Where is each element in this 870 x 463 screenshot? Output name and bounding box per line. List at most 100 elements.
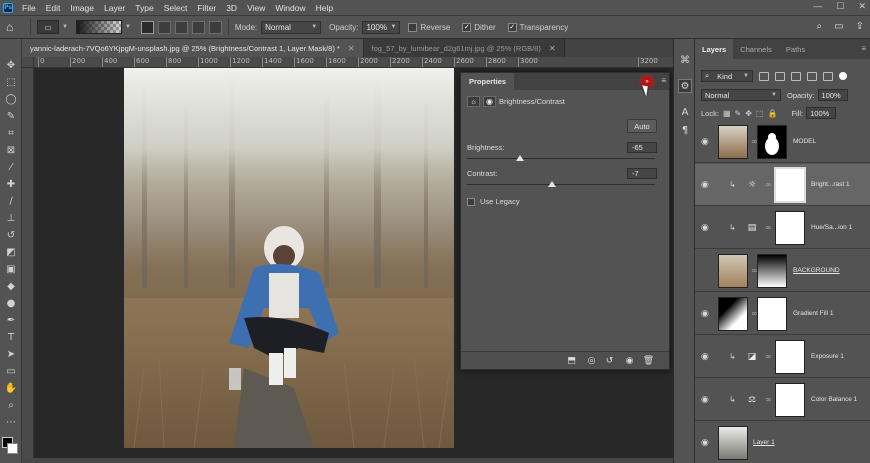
- menu-3d[interactable]: 3D: [226, 3, 237, 13]
- menu-image[interactable]: Image: [70, 3, 94, 13]
- menu-help[interactable]: Help: [316, 3, 333, 13]
- clip-to-layer-icon[interactable]: ⬒: [565, 355, 578, 367]
- search-icon[interactable]: ⌕: [817, 21, 823, 32]
- ruler-origin[interactable]: [22, 57, 34, 68]
- dodge-tool-icon[interactable]: ●: [3, 295, 19, 311]
- share-icon[interactable]: ⇪: [856, 21, 864, 32]
- layer-row-brightness-contrast[interactable]: ◉ ↳ ☼ ∞ Bright...rast 1: [695, 164, 870, 206]
- menu-layer[interactable]: Layer: [104, 3, 125, 13]
- home-icon[interactable]: ⌂: [6, 20, 24, 34]
- clone-stamp-tool-icon[interactable]: ⊥: [3, 210, 19, 226]
- quick-select-tool-icon[interactable]: ✎: [3, 108, 19, 124]
- visibility-eye-icon[interactable]: ◉: [701, 352, 709, 362]
- tab-layers[interactable]: Layers: [695, 39, 734, 59]
- tab-properties[interactable]: Properties: [461, 73, 515, 90]
- contrast-slider-thumb[interactable]: [547, 181, 556, 187]
- menu-filter[interactable]: Filter: [197, 3, 216, 13]
- pen-tool-icon[interactable]: ✒: [3, 312, 19, 328]
- character-icon[interactable]: A: [678, 105, 692, 119]
- trash-icon[interactable]: 🗑: [642, 355, 655, 367]
- visibility-eye-icon[interactable]: ◉: [701, 309, 709, 319]
- minimize-icon[interactable]: —: [813, 1, 822, 12]
- layer-mask-thumbnail[interactable]: [775, 339, 805, 374]
- healing-brush-tool-icon[interactable]: ✚: [3, 176, 19, 192]
- mode-select[interactable]: Normal ▼: [261, 20, 322, 34]
- layer-mask-thumbnail[interactable]: [757, 296, 787, 331]
- menu-type[interactable]: Type: [135, 3, 153, 13]
- layer-mask-thumbnail[interactable]: [757, 124, 787, 159]
- auto-button[interactable]: Auto: [627, 119, 657, 133]
- smart-object-filter-icon[interactable]: [823, 71, 833, 81]
- rectangle-tool-icon[interactable]: ▭: [3, 363, 19, 379]
- linear-gradient-icon[interactable]: [140, 20, 154, 34]
- layer-mask-icon[interactable]: ◉: [483, 96, 496, 107]
- layer-mask-thumbnail[interactable]: [774, 166, 806, 203]
- brush-tool-icon[interactable]: ∕: [3, 193, 19, 209]
- zoom-tool-icon[interactable]: ⌕: [3, 397, 19, 413]
- layer-name[interactable]: MODEL: [793, 138, 816, 145]
- layer-opacity-field[interactable]: 100%: [817, 89, 848, 101]
- blur-tool-icon[interactable]: ◆: [3, 278, 19, 294]
- menu-window[interactable]: Window: [275, 3, 305, 13]
- marquee-tool-icon[interactable]: ⬚: [3, 74, 19, 90]
- horizontal-ruler[interactable]: 0 200 400 600 800 1000 1200 1400 1600 18…: [34, 57, 673, 68]
- more-tools-icon[interactable]: ⋯: [3, 414, 19, 430]
- reflected-gradient-icon[interactable]: [191, 20, 205, 34]
- filter-toggle[interactable]: [839, 72, 847, 80]
- brightness-contrast-icon[interactable]: ☼: [467, 96, 480, 107]
- use-legacy-option[interactable]: Use Legacy: [467, 197, 520, 206]
- close-icon[interactable]: ✕: [549, 44, 556, 53]
- opacity-field[interactable]: 100% ▼: [362, 20, 401, 34]
- tab-channels[interactable]: Channels: [733, 39, 779, 59]
- visibility-eye-icon[interactable]: ◉: [701, 180, 709, 190]
- layer-mask-thumbnail[interactable]: [775, 210, 805, 245]
- view-previous-state-icon[interactable]: ◎: [585, 355, 598, 367]
- gradient-swatch[interactable]: [75, 20, 122, 34]
- brightness-slider-thumb[interactable]: [515, 155, 524, 161]
- eraser-tool-icon[interactable]: ◩: [3, 244, 19, 260]
- contrast-input[interactable]: -7: [627, 168, 657, 179]
- use-legacy-checkbox[interactable]: [467, 197, 475, 206]
- brightness-slider-track[interactable]: [467, 158, 655, 159]
- filter-kind-select[interactable]: ⌕ Kind ▼: [701, 70, 753, 82]
- fill-field[interactable]: 100%: [806, 107, 837, 119]
- layer-row-exposure[interactable]: ◉ ↳ ◪ ∞ Exposure 1: [695, 336, 870, 378]
- paragraph-icon[interactable]: ¶: [678, 123, 692, 137]
- menu-select[interactable]: Select: [164, 3, 188, 13]
- workspace-icon[interactable]: ▭: [834, 21, 843, 32]
- layer-name[interactable]: BACKGROUND: [793, 267, 840, 274]
- angle-gradient-icon[interactable]: [174, 20, 188, 34]
- visibility-eye-icon[interactable]: ◉: [701, 137, 709, 147]
- diamond-gradient-icon[interactable]: [208, 20, 222, 34]
- menu-file[interactable]: File: [22, 3, 36, 13]
- layer-name[interactable]: Exposure 1: [811, 353, 844, 360]
- transparency-checkbox[interactable]: ✓: [507, 22, 517, 32]
- lock-all-icon[interactable]: 🔒: [767, 109, 777, 118]
- link-icon[interactable]: ∞: [765, 352, 772, 361]
- history-brush-tool-icon[interactable]: ↺: [3, 227, 19, 243]
- reset-icon[interactable]: ↺: [603, 355, 616, 367]
- lock-image-icon[interactable]: ✎: [735, 109, 742, 118]
- lock-artboard-icon[interactable]: ⬚: [756, 109, 764, 118]
- adjustment-filter-icon[interactable]: [775, 71, 785, 81]
- layer-row-background[interactable]: ∞ BACKGROUND: [695, 250, 870, 292]
- radial-gradient-icon[interactable]: [157, 20, 171, 34]
- visibility-eye-icon[interactable]: ◉: [701, 438, 709, 448]
- lasso-tool-icon[interactable]: ◯: [3, 91, 19, 107]
- layer-name[interactable]: Bright...rast 1: [811, 181, 850, 188]
- path-selection-tool-icon[interactable]: ➤: [3, 346, 19, 362]
- panel-menu-icon[interactable]: ≡: [861, 44, 866, 53]
- blend-mode-select[interactable]: Normal ▼: [701, 89, 781, 101]
- menu-edit[interactable]: Edit: [46, 3, 61, 13]
- layer-row-color-balance[interactable]: ◉ ↳ ⚖ ∞ Color Balance 1: [695, 379, 870, 421]
- chevron-down-icon[interactable]: ▼: [62, 24, 68, 30]
- layer-name[interactable]: Color Balance 1: [811, 396, 857, 403]
- type-tool-icon[interactable]: T: [3, 329, 19, 345]
- tool-preset-picker[interactable]: ▭: [37, 20, 59, 34]
- tab-paths[interactable]: Paths: [779, 39, 812, 59]
- tab-document-1[interactable]: yannic-laderach-7VQo6YKjpgM-unsplash.jpg…: [22, 39, 364, 57]
- background-color-swatch[interactable]: [7, 443, 18, 454]
- brightness-input[interactable]: -65: [627, 142, 657, 153]
- layer-name[interactable]: Hue/Sa...ion 1: [811, 224, 852, 231]
- visibility-eye-icon[interactable]: ◉: [701, 223, 709, 233]
